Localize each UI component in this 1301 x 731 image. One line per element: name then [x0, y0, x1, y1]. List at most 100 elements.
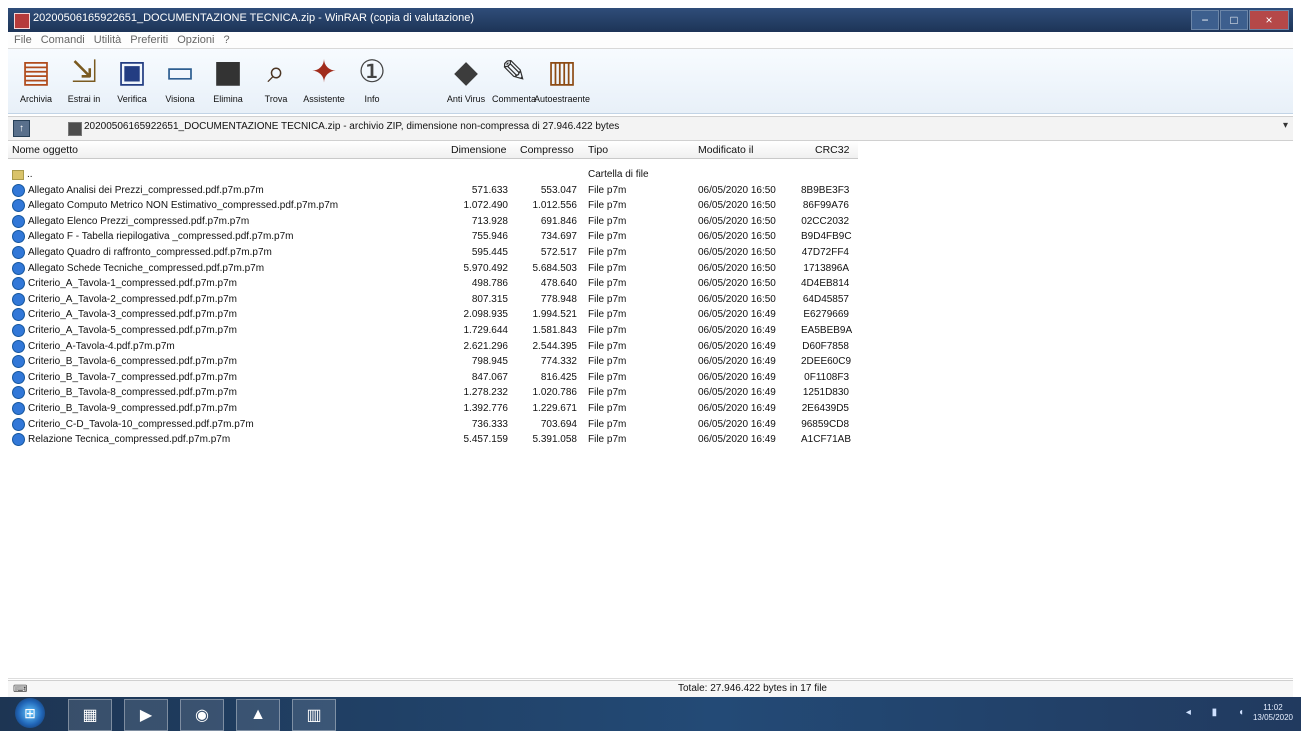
taskbar-clock[interactable]: 11:02 13/05/2020 — [1253, 703, 1293, 723]
extract-button[interactable]: ⇲ Estrai in — [60, 50, 108, 111]
p7m-file-icon — [12, 417, 25, 431]
sfx-button[interactable]: ▥ Autoestraente — [534, 50, 590, 111]
file-row[interactable]: Allegato F - Tabella riepilogativa _comp… — [8, 229, 858, 244]
taskbar: ⊞ ▦ ▶ ◉ ▲ ▥ ◂ ▮ ◖ 11:02 13/05/2020 — [0, 697, 1301, 731]
p7m-file-icon — [12, 261, 25, 275]
file-modified-cell: 06/05/2020 16:50 — [698, 262, 776, 274]
file-crc-cell: 64D45857 — [802, 293, 849, 305]
toolbar-button-label: Archivia — [19, 94, 52, 104]
delete-button[interactable]: ■ Elimina — [204, 50, 252, 111]
file-size-cell: 571.633 — [471, 184, 508, 196]
file-row[interactable]: Allegato Analisi dei Prezzi_compressed.p… — [8, 183, 858, 198]
file-compressed-cell: 478.640 — [540, 278, 577, 290]
wizard-button[interactable]: ✦ Assistente — [300, 50, 348, 111]
file-name-cell: Criterio_A_Tavola-3_compressed.pdf.p7m.p… — [12, 307, 237, 322]
file-size-cell: 713.928 — [471, 215, 508, 227]
file-type-cell: File p7m — [588, 356, 627, 368]
file-row[interactable]: Criterio_A_Tavola-1_compressed.pdf.p7m.p… — [8, 276, 858, 291]
chevron-down-icon[interactable]: ▾ — [1283, 120, 1288, 131]
file-compressed-cell: 5.391.058 — [532, 434, 578, 446]
archive-button[interactable]: ▤ Archivia — [12, 50, 60, 111]
file-type-cell: File p7m — [588, 387, 627, 399]
file-row[interactable]: Criterio_A_Tavola-3_compressed.pdf.p7m.p… — [8, 307, 858, 322]
column-modified-header[interactable]: Modificato il — [698, 144, 753, 156]
file-size-cell: 847.067 — [471, 371, 508, 383]
file-row[interactable]: Criterio_B_Tavola-6_compressed.pdf.p7m.p… — [8, 354, 858, 369]
file-modified-cell: 06/05/2020 16:49 — [698, 340, 776, 352]
file-row[interactable]: Relazione Tecnica_compressed.pdf.p7m.p7m… — [8, 432, 858, 447]
file-name: Criterio_A_Tavola-3_compressed.pdf.p7m.p… — [28, 309, 237, 321]
antivirus-button[interactable]: ◆ Anti Virus — [442, 50, 490, 111]
menu-item[interactable]: Comandi — [41, 33, 85, 48]
pdf-icon[interactable]: ▲ — [236, 699, 280, 731]
file-row[interactable]: Criterio_A_Tavola-5_compressed.pdf.p7m.p… — [8, 323, 858, 338]
start-button[interactable]: ⊞ — [15, 698, 45, 728]
file-type-cell: File p7m — [588, 403, 627, 414]
winrar-icon[interactable]: ▥ — [292, 699, 336, 731]
column-type-header[interactable]: Tipo — [588, 144, 608, 156]
file-list[interactable]: Nome oggetto Dimensione Compresso Tipo M… — [8, 141, 1293, 679]
find-button[interactable]: ⌕ Trova — [252, 50, 300, 111]
file-row[interactable]: Allegato Elenco Prezzi_compressed.pdf.p7… — [8, 214, 858, 229]
file-name: Criterio_A_Tavola-1_compressed.pdf.p7m.p… — [28, 278, 237, 290]
p7m-file-icon — [12, 183, 25, 197]
clock-date: 13/05/2020 — [1252, 713, 1293, 722]
file-row[interactable]: Criterio_A-Tavola-4.pdf.p7m.p7m 2.621.296… — [8, 339, 858, 354]
file-crc-cell: 0F1108F3 — [804, 371, 849, 383]
file-crc-cell: 47D72FF4 — [801, 247, 849, 258]
file-size-cell: 1.072.490 — [463, 200, 509, 212]
menu-item[interactable]: Preferiti — [130, 33, 168, 48]
menu-item[interactable]: Utilità — [94, 33, 122, 48]
file-type-cell: File p7m — [588, 309, 627, 321]
file-row[interactable]: Criterio_B_Tavola-8_compressed.pdf.p7m.p… — [8, 385, 858, 400]
file-row[interactable]: Criterio_B_Tavola-7_compressed.pdf.p7m.p… — [8, 370, 858, 385]
menu-item[interactable]: ? — [223, 33, 229, 48]
info-icon: ① — [358, 54, 386, 90]
info-button[interactable]: ① Info — [348, 50, 396, 111]
file-row[interactable]: Criterio_B_Tavola-9_compressed.pdf.p7m.p… — [8, 401, 858, 416]
key-icon: ⌨ — [13, 684, 28, 695]
file-size-cell: 595.445 — [471, 247, 508, 258]
file-name: Allegato Elenco Prezzi_compressed.pdf.p7… — [28, 215, 250, 227]
file-size-cell: 5.970.492 — [463, 262, 509, 274]
chrome-icon[interactable]: ◉ — [180, 699, 224, 731]
address-bar[interactable]: ↑ 20200506165922651_DOCUMENTAZIONE TECNI… — [8, 116, 1293, 141]
menu-item[interactable]: Opzioni — [177, 33, 214, 48]
file-row[interactable]: Criterio_C-D_Tavola-10_compressed.pdf.p7… — [8, 417, 858, 432]
menu-item[interactable]: File — [14, 33, 32, 48]
file-row[interactable]: Allegato Quadro di raffronto_compressed.… — [8, 245, 858, 260]
title-bar[interactable]: 20200506165922651_DOCUMENTAZIONE TECNICA… — [8, 8, 1293, 32]
column-size-header[interactable]: Dimensione — [451, 144, 506, 156]
file-explorer-icon[interactable]: ▦ — [68, 699, 112, 731]
close-button[interactable]: × — [1249, 10, 1289, 30]
verify-button[interactable]: ▣ Verifica — [108, 50, 156, 111]
column-compressed-header[interactable]: Compresso — [520, 144, 574, 156]
view-button[interactable]: ▭ Visiona — [156, 50, 204, 111]
extract-icon: ⇲ — [71, 54, 97, 90]
p7m-file-icon — [12, 246, 25, 259]
column-name-header[interactable]: Nome oggetto — [12, 144, 78, 156]
file-compressed-cell: 1.012.556 — [532, 200, 578, 212]
file-name: Allegato Analisi dei Prezzi_compressed.p… — [28, 184, 264, 196]
comment-button[interactable]: ✎ Commenta — [490, 50, 538, 111]
file-crc-cell: 96859CD8 — [801, 418, 849, 430]
file-name: Criterio_B_Tavola-6_compressed.pdf.p7m.p… — [28, 356, 237, 368]
p7m-file-icon — [12, 355, 25, 369]
minimize-button[interactable]: − — [1191, 10, 1219, 30]
file-row[interactable]: .. Cartella di file — [8, 167, 858, 182]
p7m-file-icon — [12, 230, 25, 244]
system-tray[interactable]: ◂ ▮ ◖ — [1186, 707, 1253, 718]
file-row[interactable]: Allegato Computo Metrico NON Estimativo_… — [8, 198, 858, 213]
file-row[interactable]: Allegato Schede Tecniche_compressed.pdf.… — [8, 261, 858, 276]
file-modified-cell: 06/05/2020 16:49 — [698, 434, 776, 446]
file-type-cell: Cartella di file — [588, 169, 649, 180]
file-row[interactable]: Criterio_A_Tavola-2_compressed.pdf.p7m.p… — [8, 292, 858, 307]
file-compressed-cell: 816.425 — [540, 371, 577, 383]
file-size-cell: 1.278.232 — [463, 387, 509, 399]
up-folder-icon[interactable]: ↑ — [13, 120, 30, 137]
toolbar-button-label: Trova — [264, 94, 288, 104]
maximize-button[interactable]: □ — [1220, 10, 1248, 30]
column-crc-header[interactable]: CRC32 — [815, 144, 849, 156]
media-player-icon[interactable]: ▶ — [124, 699, 168, 731]
file-type-cell: File p7m — [588, 215, 627, 227]
